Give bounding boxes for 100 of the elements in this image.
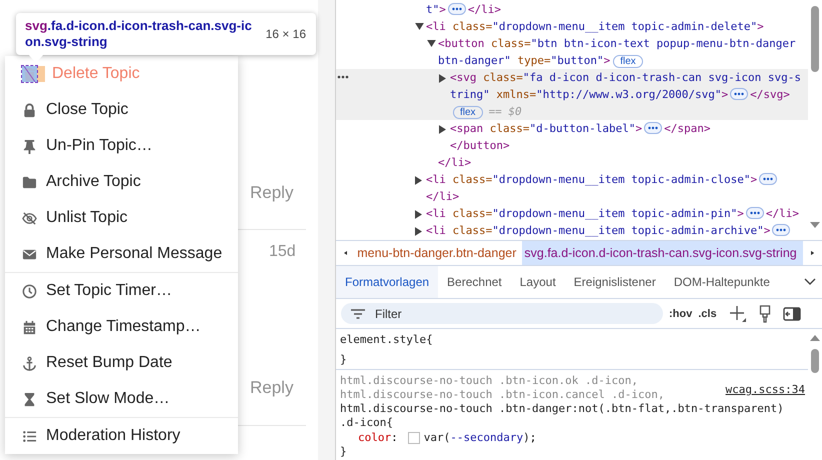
dom-node-row[interactable]: <li class="dropdown-menu__item topic-admin-close"> [336, 171, 808, 188]
sidebar-toggle-icon[interactable] [782, 306, 801, 320]
css-selector: html.discourse-no-touch .btn-icon.ok .d-icon, [340, 374, 638, 388]
hover-state-button[interactable]: :hov [669, 308, 692, 320]
calendar-icon [22, 320, 37, 334]
css-selector: .d-icon{ [340, 416, 393, 430]
anchor-icon [22, 356, 37, 370]
folder-icon [22, 174, 37, 190]
panel-tab[interactable]: Formatvorlagen [336, 266, 438, 298]
filter-field[interactable]: Filter [341, 303, 663, 324]
color-swatch[interactable] [408, 432, 420, 444]
flex-badge[interactable]: flex [453, 106, 483, 119]
closing-brace: } [340, 445, 347, 459]
code-text: <svg class="fa d-icon d-icon-trash-can svg-icon svg-s [450, 71, 802, 84]
dom-node-row[interactable]: </button> [336, 137, 808, 154]
code-text: </li> [766, 207, 800, 220]
ellipsis-icon[interactable] [759, 173, 778, 185]
breadcrumb[interactable]: svg.fa.d-icon.d-icon-trash-can.svg-icon.svg-string [522, 241, 803, 265]
source-link[interactable]: wcag.scss:34 [726, 383, 805, 397]
menu-item[interactable]: Make Personal Message [5, 236, 238, 272]
panel-tab[interactable]: Layout [510, 266, 565, 298]
collapsed-triangle-icon[interactable] [415, 210, 422, 219]
lock-icon [22, 102, 37, 118]
menu-item[interactable]: Change Timestamp… [5, 309, 238, 345]
code-text: <span class="d-button-label"> [450, 122, 642, 135]
dom-node-row[interactable]: <li class="dropdown-menu__item topic-admin-delete"> [336, 18, 808, 35]
ellipsis-icon[interactable] [730, 88, 748, 100]
collapsed-triangle-icon[interactable] [439, 125, 446, 134]
css-property: color: [358, 431, 398, 445]
hourglass-icon [22, 392, 37, 406]
menu-item[interactable]: Set Topic Timer… [5, 273, 238, 309]
element-selector: svg.fa.d-icon.d-icon-trash-can.svg-icon.svg-string [25, 18, 253, 50]
code-text: tring" xmlns="http://www.w3.org/2000/svg"> [450, 88, 728, 101]
list-icon [22, 428, 37, 444]
ellipsis-icon[interactable] [772, 224, 790, 236]
code-text: <li class="dropdown-menu__item topic-admin-archive"> [426, 224, 770, 237]
ellipsis-icon[interactable] [448, 3, 466, 15]
dom-node-row[interactable]: <svg class="fa d-icon d-icon-trash-can svg-icon svg-s tring" xmlns="http://www.w3.org/2000/svg"> </svg> flex == $0 [336, 69, 808, 120]
breadcrumb[interactable]: menu-btn-danger.btn-danger [355, 241, 522, 265]
css-selector: html.discourse-no-touch .btn-icon.cancel .d-icon, [340, 388, 665, 402]
dom-node-row[interactable]: <button class="btn btn-icon-text popup-menu-btn-danger btn-danger" type="button"> flex [336, 35, 808, 69]
scroll-up-icon[interactable] [810, 335, 820, 341]
dom-node-row[interactable]: </li> [336, 188, 808, 205]
scroll-left-icon[interactable] [344, 249, 348, 257]
code-text: </li> [468, 3, 501, 16]
expanded-triangle-icon[interactable] [427, 40, 436, 47]
post-age: 15d [269, 243, 296, 261]
menu-item[interactable]: Unlist Topic [5, 200, 238, 236]
code-text: btn-danger" type="button"> [438, 54, 610, 67]
panel-tab[interactable]: DOM-Haltepunkte [664, 266, 779, 298]
code-text: </button> [450, 139, 510, 152]
collapsed-triangle-icon[interactable] [415, 227, 422, 236]
scroll-down-icon[interactable] [810, 222, 820, 228]
scrollbar-thumb[interactable] [811, 6, 819, 72]
code-text: </svg> [750, 88, 790, 101]
collapsed-triangle-icon[interactable] [415, 176, 422, 185]
dom-node-row[interactable]: <li class="dropdown-menu__item topic-admin-pin"> </li> [336, 205, 808, 222]
element-size: 16 × 16 [266, 27, 306, 41]
code-text: <button class="btn btn-icon-text popup-menu-btn-danger [438, 37, 796, 50]
css-value: var(--secondary); [424, 431, 536, 445]
dom-node-row[interactable]: <li class="dropdown-menu__item topic-admin-archive"> [336, 222, 808, 239]
menu-item[interactable]: Un-Pin Topic… [5, 128, 238, 164]
ellipsis-icon[interactable] [746, 207, 764, 219]
ellipsis-icon[interactable] [644, 122, 662, 134]
menu-item[interactable]: Set Slow Mode… [5, 381, 238, 417]
flex-badge[interactable]: flex [613, 55, 643, 68]
css-selector: element.style{ [340, 333, 433, 347]
menu-item[interactable]: Moderation History [5, 418, 238, 454]
dom-node-row[interactable]: t"> </li> [336, 1, 808, 18]
code-text: t"> [426, 3, 446, 16]
paint-brush-icon[interactable] [758, 304, 771, 322]
eye-slash-icon [22, 210, 37, 226]
scrollbar-thumb[interactable] [811, 349, 819, 373]
code-text: <li class="dropdown-menu__item topic-admin-pin"> [426, 207, 744, 220]
class-button[interactable]: .cls [698, 308, 717, 320]
code-text: <li class="dropdown-menu__item topic-admin-delete"> [426, 20, 764, 33]
menu-item[interactable]: Close Topic [5, 92, 238, 128]
closing-brace: } [340, 353, 347, 367]
code-text: </li> [438, 156, 472, 169]
filter-input[interactable]: Filter [375, 306, 575, 320]
more-options-icon[interactable] [337, 75, 349, 79]
panel-tab[interactable]: Ereignislistener [564, 266, 665, 298]
scroll-right-icon[interactable] [810, 249, 814, 257]
css-selector: html.discourse-no-touch .btn-danger:not(.btn-flat,.btn-transparent) [340, 402, 784, 416]
chevron-down-icon[interactable] [804, 278, 816, 286]
pin-icon [22, 138, 37, 154]
clock-icon [22, 284, 37, 298]
plus-icon[interactable] [728, 304, 747, 322]
expanded-triangle-icon[interactable] [415, 23, 424, 30]
console-reference: == $0 [488, 105, 522, 118]
code-text: <li class="dropdown-menu__item topic-admin-close"> [426, 173, 758, 186]
code-text: </span> [664, 122, 710, 135]
panel-tab[interactable]: Berechnet [438, 266, 511, 298]
code-text: </li> [426, 190, 460, 203]
filter-icon [351, 308, 365, 318]
dom-node-row[interactable]: <span class="d-button-label"> </span> [336, 120, 808, 137]
dom-node-row[interactable]: </li> [336, 154, 808, 171]
menu-item[interactable]: Archive Topic [5, 164, 238, 200]
menu-item[interactable]: Reset Bump Date [5, 345, 238, 381]
collapsed-triangle-icon[interactable] [439, 74, 446, 83]
